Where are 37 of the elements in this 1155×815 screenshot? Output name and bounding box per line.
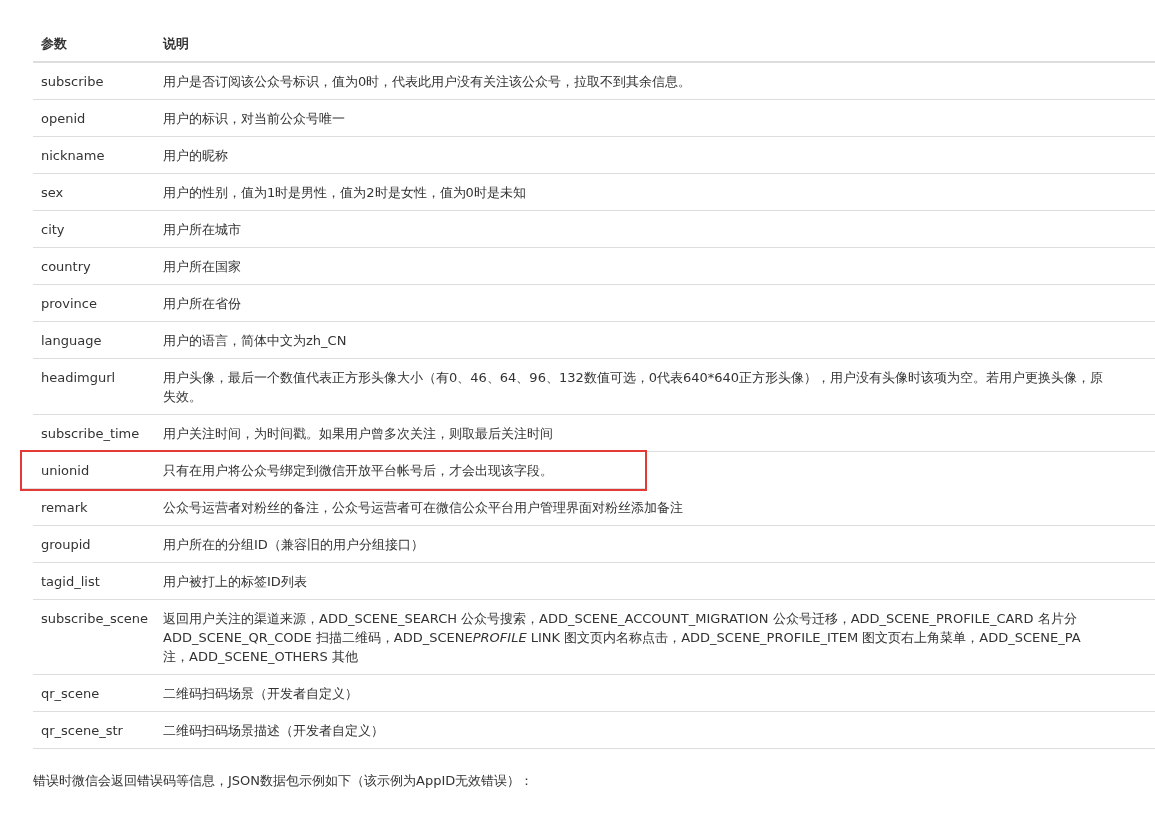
table-cell-text: 用户的性别，值为1时是男性，值为2时是女性，值为0时是未知 <box>163 184 526 202</box>
table-cell-text: language <box>40 332 103 350</box>
table-cell-text: qr_scene_str <box>40 722 124 740</box>
column-header: 说明 <box>163 34 189 53</box>
table-cell-text: 只有在用户将公众号绑定到微信开放平台帐号后，才会出现该字段。 <box>163 462 553 480</box>
table-cell-text: 公众号运营者对粉丝的备注，公众号运营者可在微信公众平台用户管理界面对粉丝添加备注 <box>163 499 683 517</box>
column-header: 参数 <box>40 34 68 53</box>
table-cell-text: 用户的语言，简体中文为zh_CN <box>163 332 347 350</box>
table-cell-text: subscribe_time <box>40 425 141 443</box>
table-cell-text: 返回用户关注的渠道来源，ADD_SCENE_SEARCH 公众号搜索，ADD_SCENE_ACCOUNT_MIGRATION 公众号迁移，ADD_SCENE_PROFILE_CARD 名片分 ADD_SCENE_QR_CODE 扫描二维码，ADD_SCENEPROFILE LINK 图文页内名称点击，ADD_SCENE_PROFILE_ITEM 图文页右上角菜单，ADD_SCENE_PA 注，ADD_SCENE_OTHERS 其他 <box>163 610 1081 666</box>
table-cell-text: subscribe <box>40 73 105 91</box>
table-cell-text: openid <box>40 110 87 128</box>
table-cell-text: remark <box>40 499 89 517</box>
table-cell-text: country <box>40 258 92 276</box>
table-cell-text: 二维码扫码场景（开发者自定义） <box>163 685 358 703</box>
table-cell-text: 用户头像，最后一个数值代表正方形头像大小（有0、46、64、96、132数值可选，0代表640*640正方形头像），用户没有头像时该项为空。若用户更换头像，原 失效。 <box>163 369 1104 406</box>
table-cell-text: tagid_list <box>40 573 101 591</box>
table-cell-text: city <box>40 221 66 239</box>
table-cell-text: headimgurl <box>40 369 117 387</box>
table-cell-text: province <box>40 295 98 313</box>
table-cell-text: 用户所在国家 <box>163 258 241 276</box>
table-cell-text: 二维码扫码场景描述（开发者自定义） <box>163 722 384 740</box>
table-cell-text: subscribe_scene <box>40 610 150 628</box>
table-cell-text: qr_scene <box>40 685 101 703</box>
table-cell-text: 用户被打上的标签ID列表 <box>163 573 307 591</box>
table-cell-text: 用户的昵称 <box>163 147 228 165</box>
table-cell-text: 用户所在城市 <box>163 221 241 239</box>
table-cell-text: 用户的标识，对当前公众号唯一 <box>163 110 345 128</box>
table-cell-text: nickname <box>40 147 106 165</box>
table-cell-text: 用户是否订阅该公众号标识，值为0时，代表此用户没有关注该公众号，拉取不到其余信息。 <box>163 73 692 91</box>
table-cell-text: sex <box>40 184 65 202</box>
table-cell-text: 用户所在的分组ID（兼容旧的用户分组接口） <box>163 536 424 554</box>
table-cell-text: 用户关注时间，为时间戳。如果用户曾多次关注，则取最后关注时间 <box>163 425 553 443</box>
footer-text: 错误时微信会返回错误码等信息，JSON数据包示例如下（该示例为AppID无效错误）： <box>33 772 535 790</box>
table-cell-text: 用户所在省份 <box>163 295 241 313</box>
table-cell-text: groupid <box>40 536 92 554</box>
table-cell-text: unionid <box>40 462 91 480</box>
